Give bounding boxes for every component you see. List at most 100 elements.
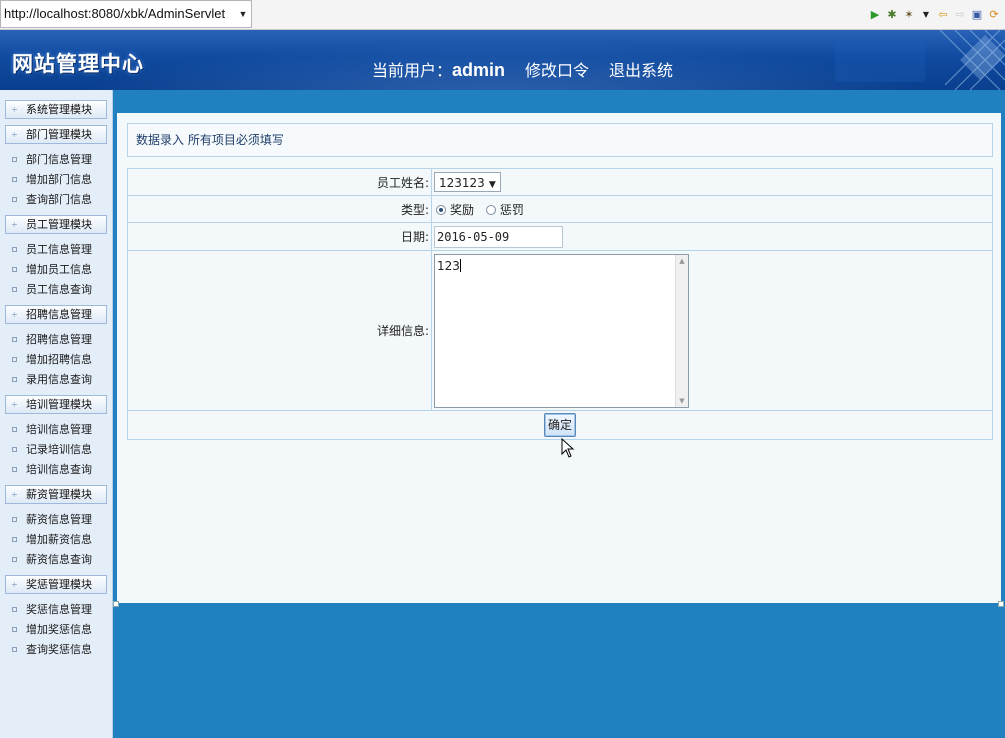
sidebar-module-label: 培训管理模块 (26, 398, 92, 411)
detail-cell: 123 ▲ ▼ (431, 250, 993, 411)
sidebar-item-training-manage[interactable]: 培训信息管理 (12, 422, 107, 438)
sidebar-module-training[interactable]: ÷ 培训管理模块 (5, 395, 107, 414)
type-label: 类型: (127, 195, 432, 223)
sidebar-item-label[interactable]: 增加部门信息 (26, 173, 92, 186)
sidebar-item-label[interactable]: 查询奖惩信息 (26, 643, 92, 656)
expand-icon: ÷ (11, 310, 18, 319)
debug-icon[interactable]: ✱ (885, 8, 899, 22)
sidebar-item-rewards-add[interactable]: 增加奖惩信息 (12, 622, 107, 638)
type-cell: 奖励 惩罚 (431, 195, 993, 223)
textarea-scrollbar[interactable]: ▲ ▼ (675, 254, 688, 407)
sidebar-item-label[interactable]: 薪资信息管理 (26, 513, 92, 526)
sidebar-module-label: 部门管理模块 (26, 128, 92, 141)
run-icon[interactable]: ▶ (868, 8, 882, 22)
url-input[interactable]: http://localhost:8080/xbk/AdminServlet ▼ (0, 0, 252, 28)
bullet-icon (12, 287, 17, 292)
submit-cell: 确定 (127, 410, 993, 440)
sidebar-item-department-add[interactable]: 增加部门信息 (12, 172, 107, 188)
tools-icon[interactable]: ✶ (902, 8, 916, 22)
sidebar-module-system[interactable]: ÷ 系统管理模块 (5, 100, 107, 119)
sidebar-module-salary[interactable]: ÷ 薪资管理模块 (5, 485, 107, 504)
site-header: 网站管理中心 当前用户：admin 修改口令 退出系统 (0, 30, 1005, 90)
sidebar-item-salary-query[interactable]: 薪资信息查询 (12, 552, 107, 568)
text-caret (459, 258, 461, 272)
detail-textarea[interactable]: 123 ▲ ▼ (434, 253, 689, 408)
sidebar-item-rewards-query[interactable]: 查询奖惩信息 (12, 642, 107, 658)
employee-select-value[interactable]: 123123 (439, 176, 485, 190)
expand-icon: ÷ (11, 130, 18, 139)
sidebar-module-label: 薪资管理模块 (26, 488, 92, 501)
sidebar-item-label[interactable]: 薪资信息查询 (26, 553, 92, 566)
sidebar-item-employee-manage[interactable]: 员工信息管理 (12, 242, 107, 258)
sidebar-item-recruit-add[interactable]: 增加招聘信息 (12, 352, 107, 368)
stop-icon[interactable]: ▣ (970, 8, 984, 22)
submit-button[interactable]: 确定 (543, 413, 576, 437)
change-password-link[interactable]: 修改口令 (525, 57, 589, 81)
bullet-icon (12, 427, 17, 432)
sidebar-item-department-query[interactable]: 查询部门信息 (12, 192, 107, 208)
user-bar: 当前用户：admin 修改口令 退出系统 (372, 57, 673, 81)
sidebar-item-label[interactable]: 增加奖惩信息 (26, 623, 92, 636)
panel-resize-handle[interactable] (113, 601, 119, 607)
sidebar-item-label[interactable]: 部门信息管理 (26, 153, 92, 166)
date-input[interactable]: 2016-05-09 (434, 225, 563, 248)
sidebar-item-label[interactable]: 培训信息查询 (26, 463, 92, 476)
sidebar-item-label[interactable]: 招聘信息管理 (26, 333, 92, 346)
employee-cell: 123123 ▼ (431, 168, 993, 196)
sidebar-item-rewards-manage[interactable]: 奖惩信息管理 (12, 602, 107, 618)
expand-icon: ÷ (11, 220, 18, 229)
sidebar-module-department[interactable]: ÷ 部门管理模块 (5, 125, 107, 144)
chevron-down-icon[interactable]: ▼ (489, 180, 496, 190)
sidebar-item-employee-query[interactable]: 员工信息查询 (12, 282, 107, 298)
sidebar-item-label[interactable]: 录用信息查询 (26, 373, 92, 386)
sidebar-item-training-query[interactable]: 培训信息查询 (12, 462, 107, 478)
bullet-icon (12, 607, 17, 612)
sidebar-module-employee[interactable]: ÷ 员工管理模块 (5, 215, 107, 234)
sidebar-module-recruit[interactable]: ÷ 招聘信息管理 (5, 305, 107, 324)
sidebar-item-label[interactable]: 员工信息管理 (26, 243, 92, 256)
reward-radio[interactable] (436, 204, 446, 215)
sidebar-item-label[interactable]: 培训信息管理 (26, 423, 92, 436)
logout-link[interactable]: 退出系统 (609, 57, 673, 81)
bullet-icon (12, 157, 17, 162)
scroll-up-icon[interactable]: ▲ (676, 257, 688, 265)
sidebar-module-rewards[interactable]: ÷ 奖惩管理模块 (5, 575, 107, 594)
sidebar-module-label: 招聘信息管理 (26, 308, 92, 321)
site-logo: 网站管理中心 (12, 52, 144, 76)
sidebar: ÷ 系统管理模块 ÷ 部门管理模块 部门信息管理 增加部门信息 查询部门信息 ÷… (0, 90, 113, 738)
sidebar-item-hire-query[interactable]: 录用信息查询 (12, 372, 107, 388)
chevron-down-icon[interactable]: ▼ (919, 8, 933, 22)
date-cell: 2016-05-09 (431, 222, 993, 251)
employee-select[interactable]: 123123 ▼ (434, 172, 501, 192)
sidebar-item-recruit-manage[interactable]: 招聘信息管理 (12, 332, 107, 348)
refresh-icon[interactable]: ⟳ (987, 8, 1001, 22)
chevron-down-icon[interactable]: ▼ (235, 1, 251, 27)
back-icon[interactable]: ⇦ (936, 8, 950, 22)
forward-icon[interactable]: ⇨ (953, 8, 967, 22)
sidebar-item-employee-add[interactable]: 增加员工信息 (12, 262, 107, 278)
sidebar-item-label[interactable]: 奖惩信息管理 (26, 603, 92, 616)
sidebar-item-label[interactable]: 记录培训信息 (26, 443, 92, 456)
sidebar-item-salary-manage[interactable]: 薪资信息管理 (12, 512, 107, 528)
url-text[interactable]: http://localhost:8080/xbk/AdminServlet (4, 6, 225, 21)
date-label: 日期: (127, 222, 432, 251)
sidebar-item-label[interactable]: 增加薪资信息 (26, 533, 92, 546)
reward-radio-label[interactable]: 奖励 (450, 203, 474, 217)
sidebar-item-salary-add[interactable]: 增加薪资信息 (12, 532, 107, 548)
detail-text[interactable]: 123 (437, 259, 460, 273)
sidebar-item-label[interactable]: 员工信息查询 (26, 283, 92, 296)
expand-icon: ÷ (11, 400, 18, 409)
sidebar-item-label[interactable]: 增加招聘信息 (26, 353, 92, 366)
penalty-radio[interactable] (485, 204, 496, 215)
sidebar-item-department-manage[interactable]: 部门信息管理 (12, 152, 107, 168)
scroll-down-icon[interactable]: ▼ (676, 397, 688, 405)
panel-resize-handle[interactable] (998, 601, 1004, 607)
bullet-icon (12, 177, 17, 182)
sidebar-item-training-record[interactable]: 记录培训信息 (12, 442, 107, 458)
sidebar-item-label[interactable]: 查询部门信息 (26, 193, 92, 206)
penalty-radio-label[interactable]: 惩罚 (500, 203, 524, 217)
sidebar-item-label[interactable]: 增加员工信息 (26, 263, 92, 276)
bullet-icon (12, 377, 17, 382)
header-decoration (835, 30, 1005, 90)
current-user-label: 当前用户： (372, 61, 453, 80)
